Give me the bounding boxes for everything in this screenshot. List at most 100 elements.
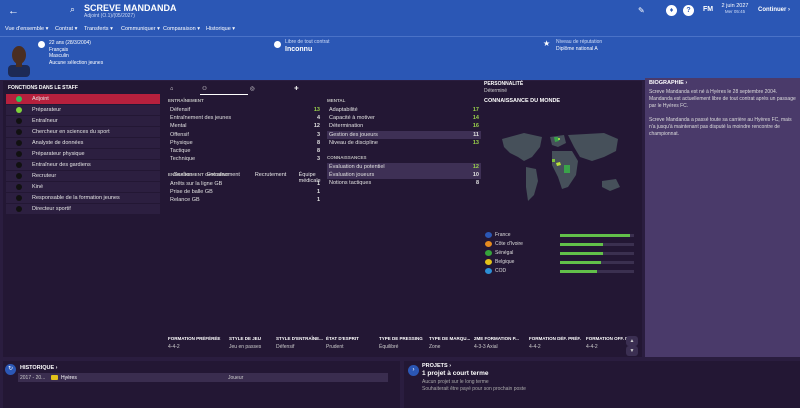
tab-recrutement[interactable]: ◎ Recrutement (250, 86, 286, 178)
knowledge-bar (560, 243, 634, 246)
nation-name: Sénégal (495, 250, 514, 256)
staff-item-label: Analyste de données (32, 140, 84, 146)
history-heading[interactable]: HISTORIQUE › (20, 365, 58, 371)
back-arrow-icon[interactable]: ← (8, 5, 19, 17)
staff-item-label: Adjoint (32, 96, 49, 102)
attribute-row: Gestion des joueurs 11 (327, 130, 481, 139)
attribute-value: 10 (472, 172, 479, 179)
tactic-value: 4-4-2 (168, 344, 180, 350)
staff-item-adjoint[interactable]: Adjoint (6, 94, 160, 104)
attribute-row: Évaluation joueurs 10 (327, 171, 481, 180)
attribute-value: 8 (475, 180, 479, 187)
attribute-value: 16 (472, 123, 479, 130)
mental-heading: MENTAL (327, 98, 346, 103)
tactic-heading: TYPE DE MARQU... (429, 336, 471, 341)
staff-item-formation-jeunes[interactable]: Responsable de la formation jeunes (6, 193, 160, 203)
menu-communiquer[interactable]: Communiquer ▾ (121, 26, 160, 32)
staff-item-directeur-sportif[interactable]: Directeur sportif (6, 204, 160, 214)
attribute-name: Gestion des joueurs (329, 131, 378, 138)
nation-row[interactable]: Côte d'Ivoire (482, 240, 638, 248)
continue-button[interactable]: Continuer › (758, 7, 790, 13)
reputation-info: Niveau de réputation Diplôme national A (556, 39, 602, 52)
tab-entrainement[interactable]: ⚇ Entraînement (202, 86, 240, 178)
fm-logo[interactable]: FM (703, 6, 713, 13)
knowledge-bar-fill (560, 252, 603, 255)
staff-item-recruteur[interactable]: Recruteur (6, 171, 160, 181)
menu-contrat[interactable]: Contrat ▾ (55, 26, 77, 32)
staff-item-label: Préparateur (32, 107, 62, 113)
attribute-row: Évaluation du potentiel 12 (327, 163, 481, 171)
tab-gestion[interactable]: ⌂ Gestion (170, 86, 192, 178)
search-icon[interactable]: ⌕ (70, 4, 75, 15)
nation-name: COD (495, 268, 507, 274)
flag-icon (485, 232, 492, 238)
staff-item-entraineur-gardiens[interactable]: Entraîneur des gardiens (6, 160, 160, 170)
attribute-row: Mental 12 (168, 122, 322, 130)
attribute-name: Capacité à motiver (329, 115, 375, 122)
staff-item-analyste[interactable]: Analyste de données (6, 138, 160, 148)
biography-heading[interactable]: BIOGRAPHIE › (649, 80, 687, 86)
menu-transferts[interactable]: Transferts ▾ (84, 26, 113, 32)
help-icon[interactable]: ? (683, 5, 694, 16)
attribute-value: 14 (472, 115, 479, 122)
attribute-row: Niveau de discipline 13 (327, 139, 481, 147)
club-shield-icon[interactable]: ♦ (666, 5, 677, 16)
attribute-name: Détermination (329, 123, 364, 130)
menu-vue-ensemble[interactable]: Vue d'ensemble ▾ (5, 26, 48, 32)
staff-item-preparateur[interactable]: Préparateur (6, 105, 160, 115)
staff-item-entraineur[interactable]: Entraîneur (6, 116, 160, 126)
reputation-value: Diplôme national A (556, 45, 598, 52)
attribute-name: Relance GB (170, 197, 200, 204)
biography-paragraph-1: Screve Mandanda est né à Hyères le 28 se… (649, 89, 796, 109)
staff-status-icon (16, 118, 22, 124)
attribute-value: 11 (473, 131, 479, 138)
staff-status-icon (16, 195, 22, 201)
staff-item-kine[interactable]: Kiné (6, 182, 160, 192)
history-role: Joueur (228, 375, 244, 381)
edit-pencil-icon[interactable]: ✎ (638, 6, 645, 15)
staff-item-label: Entraîneur (32, 118, 58, 124)
contract-value: Inconnu (285, 46, 313, 53)
knowledge-bar (560, 234, 634, 237)
staff-functions-heading: FONCTIONS DANS LE STAFF (8, 85, 78, 91)
staff-item-preparateur-physique[interactable]: Préparateur physique (6, 149, 160, 159)
player-header: ← ⌕ SCREVE MANDANDA Adjoint (O.1)/(05/20… (0, 0, 800, 80)
game-date: 2 juin 2027 Mer 05:45 (720, 3, 750, 14)
history-panel (3, 361, 400, 408)
nation-row[interactable]: Sénégal (482, 249, 638, 257)
player-info: 22 ans (28/3/2004) Français Masculin Auc… (49, 40, 103, 66)
staff-item-chercheur[interactable]: Chercheur en sciences du sport (6, 127, 160, 137)
scroll-down-button[interactable]: ▼ (626, 346, 638, 356)
attribute-value: 8 (316, 148, 320, 154)
projects-heading[interactable]: PROJETS › (422, 363, 451, 369)
attribute-name: Arrêts sur la ligne GB (170, 181, 223, 187)
world-map (484, 107, 638, 225)
staff-status-icon (16, 140, 22, 146)
tactic-heading: STYLE DE JEU (229, 336, 262, 341)
flag-icon (485, 250, 492, 256)
nationality-icon (38, 41, 45, 48)
attribute-value: 3 (316, 131, 320, 138)
nation-row[interactable]: France (482, 231, 638, 239)
tab-equipe-medicale[interactable]: ✚ Équipe médicale (294, 86, 321, 184)
staff-item-label: Responsable de la formation jeunes (32, 195, 120, 201)
tactic-value: 4-4-2 (529, 344, 541, 350)
attribute-value: 13 (472, 139, 479, 146)
scroll-up-button[interactable]: ▲ (626, 336, 638, 346)
knowledge-bar (560, 252, 634, 255)
tactic-heading: FORMATION PRÉFÉRÉE (168, 336, 221, 341)
personality-value: Déterminé (484, 88, 508, 94)
menu-historique[interactable]: Historique ▾ (206, 26, 235, 32)
contract-label: Libre de tout contrat (285, 39, 330, 45)
projects-title: 1 projet à court terme (422, 370, 489, 377)
continue-label: Continuer (758, 7, 787, 13)
player-name: SCREVE MANDANDA (84, 3, 177, 13)
history-row[interactable]: 2017 - 20... Hyères Joueur (18, 373, 388, 382)
continue-arrow-icon: › (788, 7, 791, 13)
nation-row[interactable]: Belgique (482, 258, 638, 266)
connaissances-heading: CONNAISSANCES (327, 155, 367, 160)
attribute-row: Prise de balle GB 1 (168, 188, 322, 196)
attribute-row: Détermination 16 (327, 122, 481, 130)
menu-comparaison[interactable]: Comparaison ▾ (163, 26, 200, 32)
nation-row[interactable]: COD (482, 267, 638, 275)
